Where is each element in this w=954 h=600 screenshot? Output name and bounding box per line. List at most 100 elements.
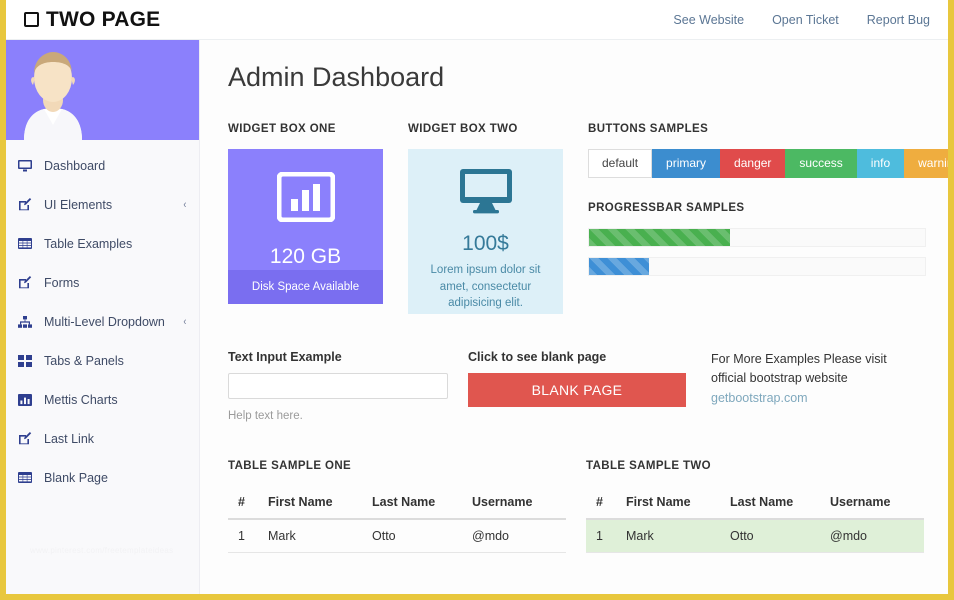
- top-navbar: TWO PAGE See Website Open Ticket Report …: [6, 0, 948, 40]
- sidebar: Dashboard UI Elements ‹ Table Examples: [6, 40, 200, 597]
- sidebar-item-forms[interactable]: Forms: [6, 263, 199, 302]
- app-window: TWO PAGE See Website Open Ticket Report …: [6, 0, 948, 597]
- table-one-column: TABLE SAMPLE ONE # First Name Last Name …: [228, 460, 586, 553]
- search-input[interactable]: [228, 373, 448, 399]
- body-wrapper: Dashboard UI Elements ‹ Table Examples: [6, 40, 948, 597]
- blank-page-button[interactable]: BLANK PAGE: [468, 373, 686, 407]
- widget-two-card[interactable]: 100$ Lorem ipsum dolor sit amet, consect…: [408, 149, 563, 314]
- buttons-column: BUTTONS SAMPLES default primary danger s…: [586, 123, 948, 314]
- monitor-icon: [18, 160, 38, 172]
- text-input-help: Help text here.: [228, 410, 468, 422]
- progress-bar-success: [589, 229, 730, 246]
- text-input-label: Text Input Example: [228, 350, 468, 364]
- nav-link-open-ticket[interactable]: Open Ticket: [772, 13, 839, 27]
- cell-last: Otto: [362, 519, 462, 553]
- nav-link-see-website[interactable]: See Website: [673, 13, 744, 27]
- edit-icon: [18, 198, 38, 211]
- table-row[interactable]: 1 Mark Otto @mdo: [228, 519, 566, 553]
- sidebar-item-tabs-panels[interactable]: Tabs & Panels: [6, 341, 199, 380]
- sidebar-watermark: www.pinterest.com/freetemplateideas: [30, 546, 173, 555]
- bar-chart-icon: [18, 394, 38, 406]
- cell-index: 1: [228, 519, 258, 553]
- widget-one-heading: WIDGET BOX ONE: [228, 123, 408, 135]
- sidebar-label: Mettis Charts: [38, 393, 118, 407]
- note-text-before: For More Examples Please visit official …: [711, 352, 887, 385]
- sidebar-label: Blank Page: [38, 471, 108, 485]
- button-info[interactable]: info: [857, 149, 904, 178]
- avatar: [14, 40, 92, 140]
- main-content: Admin Dashboard WIDGET BOX ONE 120 GB Di…: [200, 40, 948, 597]
- table-icon: [18, 238, 38, 249]
- cell-username: @mdo: [820, 519, 924, 553]
- sidebar-item-table-examples[interactable]: Table Examples: [6, 224, 199, 263]
- progress-track-success: [588, 228, 926, 247]
- brand[interactable]: TWO PAGE: [24, 8, 160, 32]
- column-header-username: Username: [462, 486, 566, 519]
- sidebar-item-blank-page[interactable]: Blank Page: [6, 458, 199, 497]
- sidebar-label: Table Examples: [38, 237, 132, 251]
- button-danger[interactable]: danger: [720, 149, 785, 178]
- form-row: Text Input Example Help text here. Click…: [228, 350, 920, 422]
- avatar-panel: [6, 40, 199, 140]
- progress-bar-primary: [589, 258, 649, 275]
- column-header-last: Last Name: [720, 486, 820, 519]
- table-row[interactable]: 1 Mark Otto @mdo: [586, 519, 924, 553]
- widget-two-column: WIDGET BOX TWO 100$ Lorem ipsum dolor si…: [408, 123, 586, 314]
- button-success[interactable]: success: [785, 149, 856, 178]
- widget-one-card[interactable]: 120 GB Disk Space Available: [228, 149, 383, 304]
- column-header-index: #: [228, 486, 258, 519]
- sidebar-item-multi-level-dropdown[interactable]: Multi-Level Dropdown ‹: [6, 302, 199, 341]
- column-header-last: Last Name: [362, 486, 462, 519]
- blank-page-label: Click to see blank page: [468, 350, 708, 364]
- column-header-index: #: [586, 486, 616, 519]
- chevron-left-icon: ‹: [184, 199, 187, 211]
- table-icon: [18, 472, 38, 483]
- cell-username: @mdo: [462, 519, 566, 553]
- cell-last: Otto: [720, 519, 820, 553]
- column-header-first: First Name: [258, 486, 362, 519]
- table-header-row: # First Name Last Name Username: [228, 486, 566, 519]
- sidebar-menu: Dashboard UI Elements ‹ Table Examples: [6, 140, 199, 497]
- table-two: # First Name Last Name Username 1 Mark O…: [586, 486, 924, 553]
- navbar-links: See Website Open Ticket Report Bug: [673, 13, 936, 27]
- widget-two-heading: WIDGET BOX TWO: [408, 123, 586, 135]
- nav-link-report-bug[interactable]: Report Bug: [867, 13, 930, 27]
- column-header-first: First Name: [616, 486, 720, 519]
- table-two-heading: TABLE SAMPLE TWO: [586, 460, 924, 472]
- sidebar-label: Dashboard: [38, 159, 105, 173]
- button-default[interactable]: default: [588, 149, 652, 178]
- widgets-row: WIDGET BOX ONE 120 GB Disk Space Availab…: [228, 123, 920, 314]
- button-primary[interactable]: primary: [652, 149, 720, 178]
- widget-one-value: 120 GB: [270, 245, 341, 269]
- table-two-column: TABLE SAMPLE TWO # First Name Last Name …: [586, 460, 924, 553]
- text-input-column: Text Input Example Help text here.: [228, 350, 468, 422]
- sidebar-item-ui-elements[interactable]: UI Elements ‹: [6, 185, 199, 224]
- getbootstrap-link[interactable]: getbootstrap.com: [711, 391, 808, 405]
- table-header-row: # First Name Last Name Username: [586, 486, 924, 519]
- progress-track-primary: [588, 257, 926, 276]
- page-title: Admin Dashboard: [228, 62, 920, 93]
- widget-one-footer[interactable]: Disk Space Available: [228, 270, 383, 304]
- edit-icon: [18, 432, 38, 445]
- sidebar-item-dashboard[interactable]: Dashboard: [6, 146, 199, 185]
- widget-two-description: Lorem ipsum dolor sit amet, consectetur …: [408, 262, 563, 312]
- progress-heading: PROGRESSBAR SAMPLES: [588, 202, 948, 214]
- column-header-username: Username: [820, 486, 924, 519]
- button-group: default primary danger success info warn…: [588, 149, 948, 178]
- panels-icon: [18, 355, 38, 367]
- table-one-heading: TABLE SAMPLE ONE: [228, 460, 586, 472]
- button-warning[interactable]: warning: [904, 149, 948, 178]
- sidebar-label: Tabs & Panels: [38, 354, 124, 368]
- sitemap-icon: [18, 316, 38, 328]
- bar-chart-box-icon: [277, 172, 335, 227]
- sidebar-item-last-link[interactable]: Last Link: [6, 419, 199, 458]
- note-text: For More Examples Please visit official …: [711, 350, 920, 408]
- cell-first: Mark: [258, 519, 362, 553]
- sidebar-item-mettis-charts[interactable]: Mettis Charts: [6, 380, 199, 419]
- cell-index: 1: [586, 519, 616, 553]
- table-one: # First Name Last Name Username 1 Mark O…: [228, 486, 566, 553]
- sidebar-label: Last Link: [38, 432, 94, 446]
- note-column: For More Examples Please visit official …: [708, 350, 920, 422]
- sidebar-label: Multi-Level Dropdown: [38, 315, 165, 329]
- chevron-left-icon: ‹: [184, 316, 187, 328]
